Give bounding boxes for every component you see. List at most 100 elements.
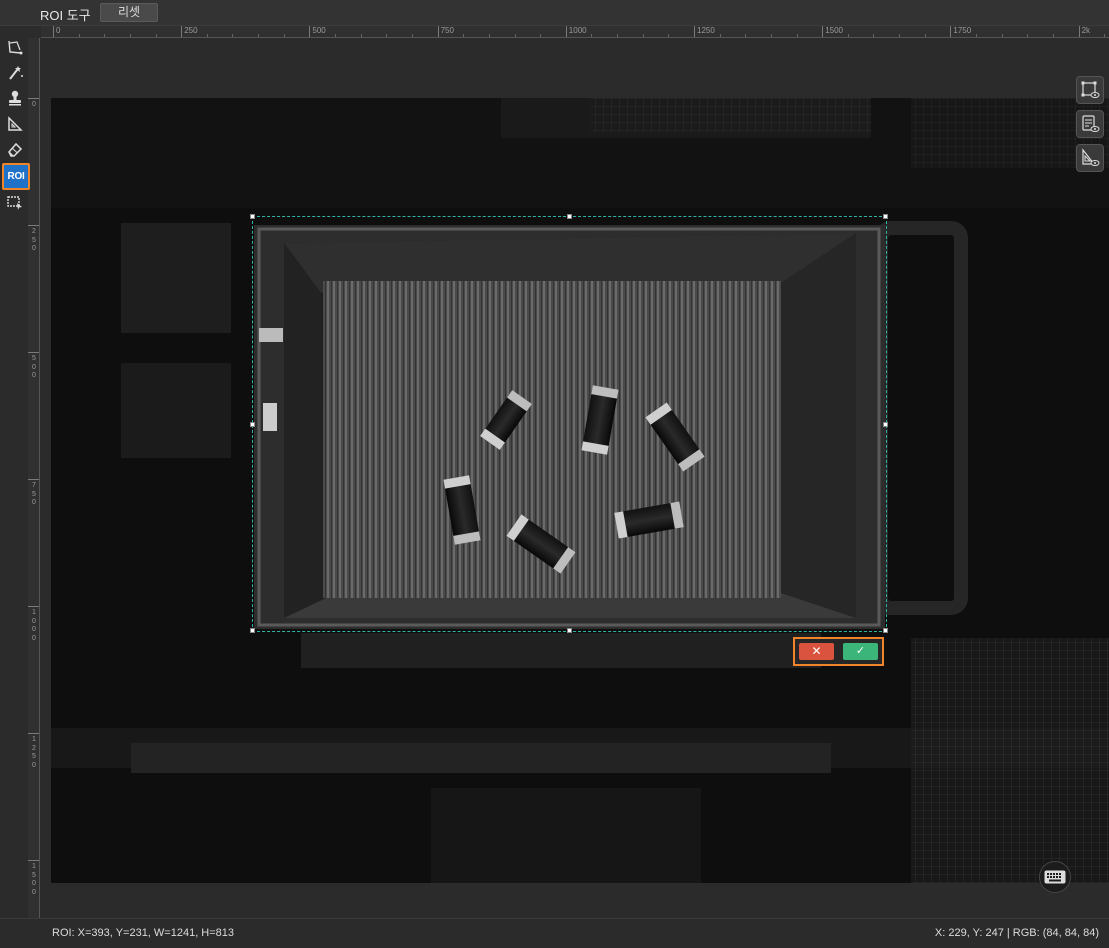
mask-view-icon: [1082, 148, 1100, 166]
ruler-major-tick: [950, 26, 952, 37]
keyboard-button[interactable]: [1039, 861, 1071, 893]
pixel-info-readout: X: 229, Y: 247 | RGB: (84, 84, 84): [934, 927, 1099, 939]
ruler-major-tick: [53, 26, 54, 37]
ruler-minor-tick: [899, 34, 901, 37]
stamp-tool-button[interactable]: [3, 87, 27, 109]
roi-handle-bottom-left[interactable]: [250, 628, 255, 633]
ruler-minor-tick: [78, 34, 80, 37]
ruler-minor-tick: [463, 34, 465, 37]
ruler-label: 500: [312, 26, 326, 35]
ruler-label: 500: [32, 355, 36, 379]
ruler-major-tick: [28, 98, 39, 99]
ruler-minor-tick: [386, 34, 388, 37]
roi-select-tool-button[interactable]: [3, 191, 27, 213]
roi-handle-top[interactable]: [567, 214, 572, 219]
ruler-minor-tick: [540, 34, 542, 37]
ruler-major-tick: [309, 26, 311, 37]
close-icon: ✕: [811, 644, 822, 658]
ruler-label: 2k: [1081, 26, 1091, 35]
ruler-label: 0: [56, 26, 61, 35]
ruler-minor-tick: [104, 34, 106, 37]
magic-wand-icon: [9, 66, 23, 80]
image-canvas[interactable]: ✕ ✓: [41, 39, 1109, 917]
ruler-minor-tick: [129, 34, 131, 37]
ruler-major-tick: [28, 479, 39, 480]
eraser-tool-button[interactable]: [3, 139, 27, 161]
ruler-minor-tick: [258, 34, 260, 37]
ruler-major-tick: [28, 225, 39, 226]
ruler-minor-tick: [514, 34, 516, 37]
polygon-roi-tool-icon: [8, 40, 23, 55]
roi-handle-bottom-right[interactable]: [883, 628, 888, 633]
roi-handle-bottom[interactable]: [567, 628, 572, 633]
status-bar: ROI: X=393, Y=231, W=1241, H=813 X: 229,…: [0, 918, 1109, 948]
ruler-label: 1250: [697, 26, 715, 35]
roi-view-button[interactable]: [1076, 76, 1104, 104]
ruler-minor-tick: [411, 34, 413, 37]
ruler-minor-tick: [924, 34, 926, 37]
keyboard-icon: [1044, 870, 1066, 884]
ruler-minor-tick: [642, 34, 644, 37]
ruler-label: 1500: [32, 863, 36, 896]
ruler-major-tick: [181, 26, 183, 37]
ruler-minor-tick: [591, 34, 593, 37]
ruler-minor-tick: [668, 34, 670, 37]
ruler-label: 0: [32, 101, 36, 108]
ruler-major-tick: [437, 26, 439, 37]
ruler-minor-tick: [1027, 34, 1029, 37]
roi-selection[interactable]: [250, 214, 888, 633]
polygon-roi-tool-button[interactable]: [3, 36, 27, 58]
ruler-label: 250: [32, 228, 36, 252]
confirm-roi-button[interactable]: ✓: [843, 643, 878, 660]
ruler-major-tick: [28, 860, 39, 861]
roi-handle-right[interactable]: [883, 422, 888, 427]
magic-wand-tool-button[interactable]: [3, 62, 27, 84]
window-title: ROI 도구: [40, 8, 91, 23]
ruler-major-tick: [1078, 26, 1080, 37]
mask-view-button[interactable]: [1076, 144, 1104, 172]
ruler-minor-tick: [847, 34, 849, 37]
ruler-minor-tick: [770, 34, 772, 37]
cancel-roi-button[interactable]: ✕: [799, 643, 834, 660]
set-square-tool-button[interactable]: [3, 113, 27, 135]
roi-handle-left[interactable]: [250, 422, 255, 427]
ruler-label: 1750: [953, 26, 972, 35]
roi-handle-top-right[interactable]: [883, 214, 888, 219]
roi-handle-top-left[interactable]: [250, 214, 255, 219]
set-square-icon: [8, 116, 23, 131]
ruler-minor-tick: [719, 34, 721, 37]
ruler-minor-tick: [745, 34, 747, 37]
ruler-minor-tick: [976, 34, 978, 37]
ruler-minor-tick: [232, 34, 234, 37]
roi-view-icon: [1081, 81, 1100, 98]
title-bar: ROI 도구 리셋: [0, 0, 1109, 26]
ruler-minor-tick: [283, 34, 285, 37]
stamp-icon: [9, 90, 21, 106]
ruler-minor-tick: [1052, 34, 1054, 37]
ruler-minor-tick: [155, 34, 157, 37]
ruler-label: 250: [184, 26, 198, 35]
ruler-major-tick: [28, 733, 39, 734]
roi-tool-button[interactable]: ROI: [2, 163, 30, 190]
ruler-minor-tick: [1001, 34, 1003, 37]
ruler-minor-tick: [617, 34, 619, 37]
ruler-minor-tick: [335, 34, 337, 37]
ruler-label: 1000: [568, 26, 587, 35]
horizontal-ruler: 0 250 500 750 1000 1250 1500 1750 2k: [41, 26, 1109, 38]
ruler-minor-tick: [360, 34, 362, 37]
roi-tool-icon: ROI: [7, 171, 25, 182]
roi-select-icon: [7, 196, 22, 210]
ruler-label: 1250: [32, 736, 36, 769]
ruler-minor-tick: [873, 34, 875, 37]
reset-button[interactable]: 리셋: [100, 3, 158, 22]
ruler-label: 1500: [825, 26, 843, 35]
list-view-icon: [1082, 115, 1100, 132]
ruler-label: 750: [32, 482, 36, 506]
eraser-icon: [8, 142, 23, 157]
list-view-button[interactable]: [1076, 110, 1104, 138]
ruler-minor-tick: [206, 34, 208, 37]
ruler-major-tick: [28, 352, 39, 353]
ruler-minor-tick: [1104, 34, 1106, 37]
ruler-major-tick: [28, 606, 39, 607]
check-icon: ✓: [855, 645, 866, 657]
